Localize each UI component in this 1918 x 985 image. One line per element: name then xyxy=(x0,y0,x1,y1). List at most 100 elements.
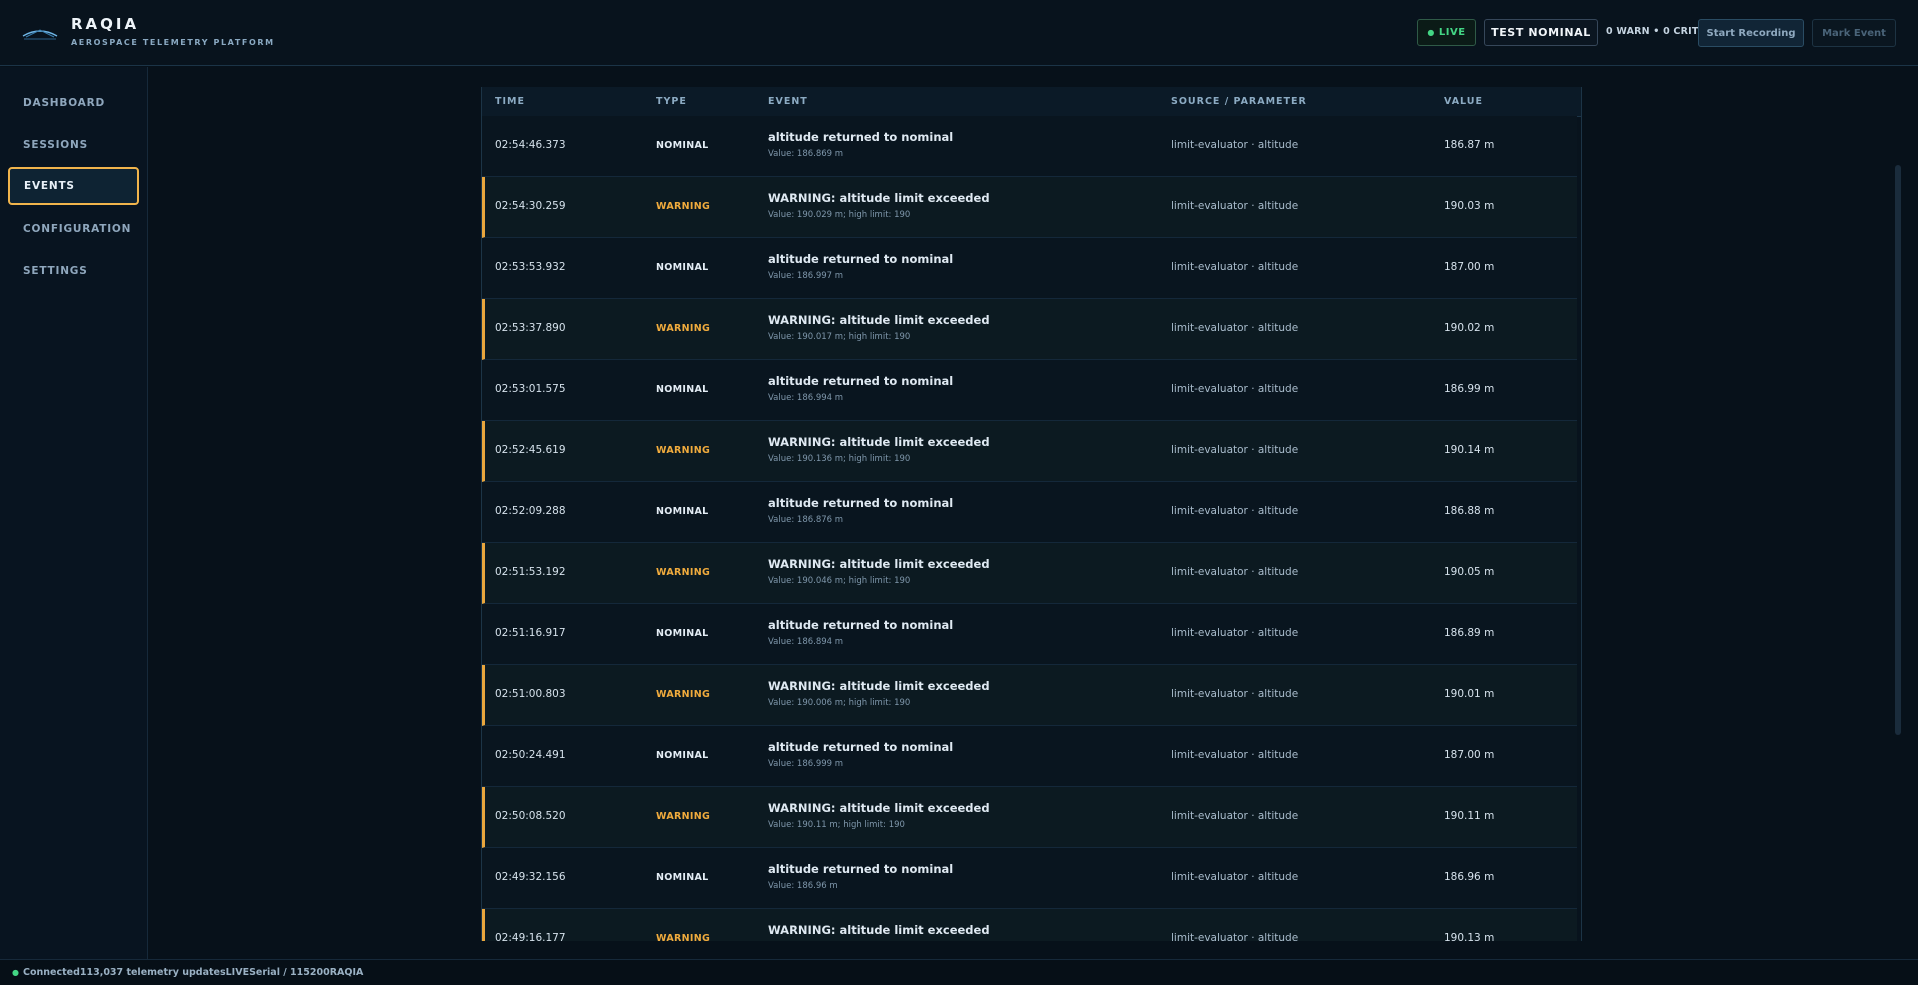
column-header-type[interactable]: TYPE xyxy=(656,96,687,107)
live-status: LIVE xyxy=(225,967,250,978)
wing-logo-icon xyxy=(22,29,58,40)
event-type-badge: NOMINAL xyxy=(656,872,709,883)
live-dot-icon: ● xyxy=(1427,28,1435,37)
event-title: altitude returned to nominal xyxy=(768,618,954,632)
event-type-badge: NOMINAL xyxy=(656,506,709,517)
event-type-badge: NOMINAL xyxy=(656,750,709,761)
event-source: limit-evaluator · altitude xyxy=(1171,810,1299,822)
event-time: 02:54:46.373 xyxy=(495,139,566,151)
event-description: WARNING: altitude limit exceeded Value: 1… xyxy=(768,313,990,342)
event-detail: Value: 190.029 m; high limit: 190 xyxy=(768,210,911,220)
event-value: 190.13 m xyxy=(1444,932,1495,941)
event-title: WARNING: altitude limit exceeded xyxy=(768,313,990,327)
table-row[interactable]: 02:51:00.803 WARNING WARNING: altitude lim… xyxy=(482,665,1577,726)
table-row[interactable]: 02:52:45.619 WARNING WARNING: altitude lim… xyxy=(482,421,1577,482)
event-detail: Value: 186.997 m xyxy=(768,271,844,281)
event-description: altitude returned to nominal Value: 186.9… xyxy=(768,252,953,281)
event-value: 186.87 m xyxy=(1444,139,1495,151)
sidebar-item-events[interactable]: EVENTS xyxy=(8,167,139,205)
footer-app-name: RAQIA xyxy=(329,967,364,978)
event-title: WARNING: altitude limit exceeded xyxy=(768,435,990,449)
event-value: 190.14 m xyxy=(1444,444,1495,456)
event-time: 02:54:30.259 xyxy=(495,200,566,212)
main-content: TIME TYPE EVENT SOURCE / PARAMETER VALUE… xyxy=(149,67,1893,959)
event-source: limit-evaluator · altitude xyxy=(1171,261,1299,273)
event-source: limit-evaluator · altitude xyxy=(1171,749,1299,761)
event-detail: Value: 186.869 m xyxy=(768,149,844,159)
event-type-badge: NOMINAL xyxy=(656,384,709,395)
table-row[interactable]: 02:52:09.288 NOMINAL altitude returned to … xyxy=(482,482,1577,543)
event-description: WARNING: altitude limit exceeded Value: 1… xyxy=(768,435,990,464)
sidebar-nav: DASHBOARD SESSIONS EVENTS CONFIGURATION … xyxy=(0,67,148,959)
event-time: 02:49:16.177 xyxy=(495,932,566,941)
live-label: LIVE xyxy=(1438,27,1466,38)
table-row[interactable]: 02:50:24.491 NOMINAL altitude returned to … xyxy=(482,726,1577,787)
event-type-badge: NOMINAL xyxy=(656,628,709,639)
event-title: WARNING: altitude limit exceeded xyxy=(768,801,990,815)
alarm-counts: 0 WARN • 0 CRIT xyxy=(1606,26,1699,37)
table-row[interactable]: 02:54:30.259 WARNING WARNING: altitude lim… xyxy=(482,177,1577,238)
event-description: altitude returned to nominal Value: 186.9… xyxy=(768,862,953,891)
event-source: limit-evaluator · altitude xyxy=(1171,322,1299,334)
scrollbar-thumb[interactable] xyxy=(1895,165,1901,735)
event-type-badge: WARNING xyxy=(656,811,711,822)
table-row[interactable]: 02:49:16.177 WARNING WARNING: altitude lim… xyxy=(482,909,1577,941)
event-source: limit-evaluator · altitude xyxy=(1171,871,1299,883)
event-time: 02:53:53.932 xyxy=(495,261,566,273)
event-title: WARNING: altitude limit exceeded xyxy=(768,191,990,205)
table-row[interactable]: 02:51:16.917 NOMINAL altitude returned to … xyxy=(482,604,1577,665)
event-title: altitude returned to nominal xyxy=(768,740,954,754)
column-header-source[interactable]: SOURCE / PARAMETER xyxy=(1171,96,1307,107)
column-header-value[interactable]: VALUE xyxy=(1444,96,1483,107)
event-type-badge: NOMINAL xyxy=(656,262,709,273)
event-time: 02:50:24.491 xyxy=(495,749,566,761)
live-indicator: ● LIVE xyxy=(1417,19,1476,46)
sidebar-item-configuration[interactable]: CONFIGURATION xyxy=(8,210,139,248)
sidebar-item-settings[interactable]: SETTINGS xyxy=(8,252,139,290)
sidebar-item-sessions[interactable]: SESSIONS xyxy=(8,126,139,164)
table-row[interactable]: 02:49:32.156 NOMINAL altitude returned to … xyxy=(482,848,1577,909)
event-source: limit-evaluator · altitude xyxy=(1171,566,1299,578)
event-type-badge: WARNING xyxy=(656,323,711,334)
start-recording-button[interactable]: Start Recording xyxy=(1698,19,1804,47)
event-source: limit-evaluator · altitude xyxy=(1171,932,1299,941)
event-type-badge: WARNING xyxy=(656,201,711,212)
table-row[interactable]: 02:50:08.520 WARNING WARNING: altitude lim… xyxy=(482,787,1577,848)
event-source: limit-evaluator · altitude xyxy=(1171,139,1299,151)
event-time: 02:49:32.156 xyxy=(495,871,566,883)
table-row[interactable]: 02:54:46.373 NOMINAL altitude returned to … xyxy=(482,116,1577,177)
event-title: altitude returned to nominal xyxy=(768,862,954,876)
event-description: altitude returned to nominal Value: 186.8… xyxy=(768,496,953,525)
table-header: TIME TYPE EVENT SOURCE / PARAMETER VALUE xyxy=(482,87,1581,117)
event-title: WARNING: altitude limit exceeded xyxy=(768,557,990,571)
event-value: 190.01 m xyxy=(1444,688,1495,700)
event-value: 190.03 m xyxy=(1444,200,1495,212)
table-row[interactable]: 02:53:01.575 NOMINAL altitude returned to … xyxy=(482,360,1577,421)
event-time: 02:51:53.192 xyxy=(495,566,566,578)
event-value: 187.00 m xyxy=(1444,261,1495,273)
event-title: altitude returned to nominal xyxy=(768,496,954,510)
status-badge: TEST NOMINAL xyxy=(1484,19,1598,46)
table-row[interactable]: 02:53:53.932 NOMINAL altitude returned to … xyxy=(482,238,1577,299)
column-header-event[interactable]: EVENT xyxy=(768,96,808,107)
table-row[interactable]: 02:51:53.192 WARNING WARNING: altitude lim… xyxy=(482,543,1577,604)
event-description: WARNING: altitude limit exceeded Value: 1… xyxy=(768,557,990,586)
mark-event-button[interactable]: Mark Event xyxy=(1812,19,1896,47)
event-detail: Value: 186.96 m xyxy=(768,881,838,891)
event-detail: Value: 186.999 m xyxy=(768,759,844,769)
event-value: 190.05 m xyxy=(1444,566,1495,578)
event-type-badge: WARNING xyxy=(656,933,711,941)
event-value: 186.88 m xyxy=(1444,505,1495,517)
event-description: WARNING: altitude limit exceeded Value: 1… xyxy=(768,191,990,220)
event-detail: Value: 190.136 m; high limit: 190 xyxy=(768,454,911,464)
events-table: TIME TYPE EVENT SOURCE / PARAMETER VALUE… xyxy=(481,87,1582,941)
table-row[interactable]: 02:53:37.890 WARNING WARNING: altitude lim… xyxy=(482,299,1577,360)
event-time: 02:53:01.575 xyxy=(495,383,566,395)
event-title: altitude returned to nominal xyxy=(768,130,954,144)
event-detail: Value: 190.046 m; high limit: 190 xyxy=(768,576,911,586)
app-title: RAQIA xyxy=(71,15,140,33)
column-header-time[interactable]: TIME xyxy=(495,96,525,107)
sidebar-item-dashboard[interactable]: DASHBOARD xyxy=(8,84,139,122)
event-time: 02:52:09.288 xyxy=(495,505,566,517)
event-title: altitude returned to nominal xyxy=(768,252,954,266)
